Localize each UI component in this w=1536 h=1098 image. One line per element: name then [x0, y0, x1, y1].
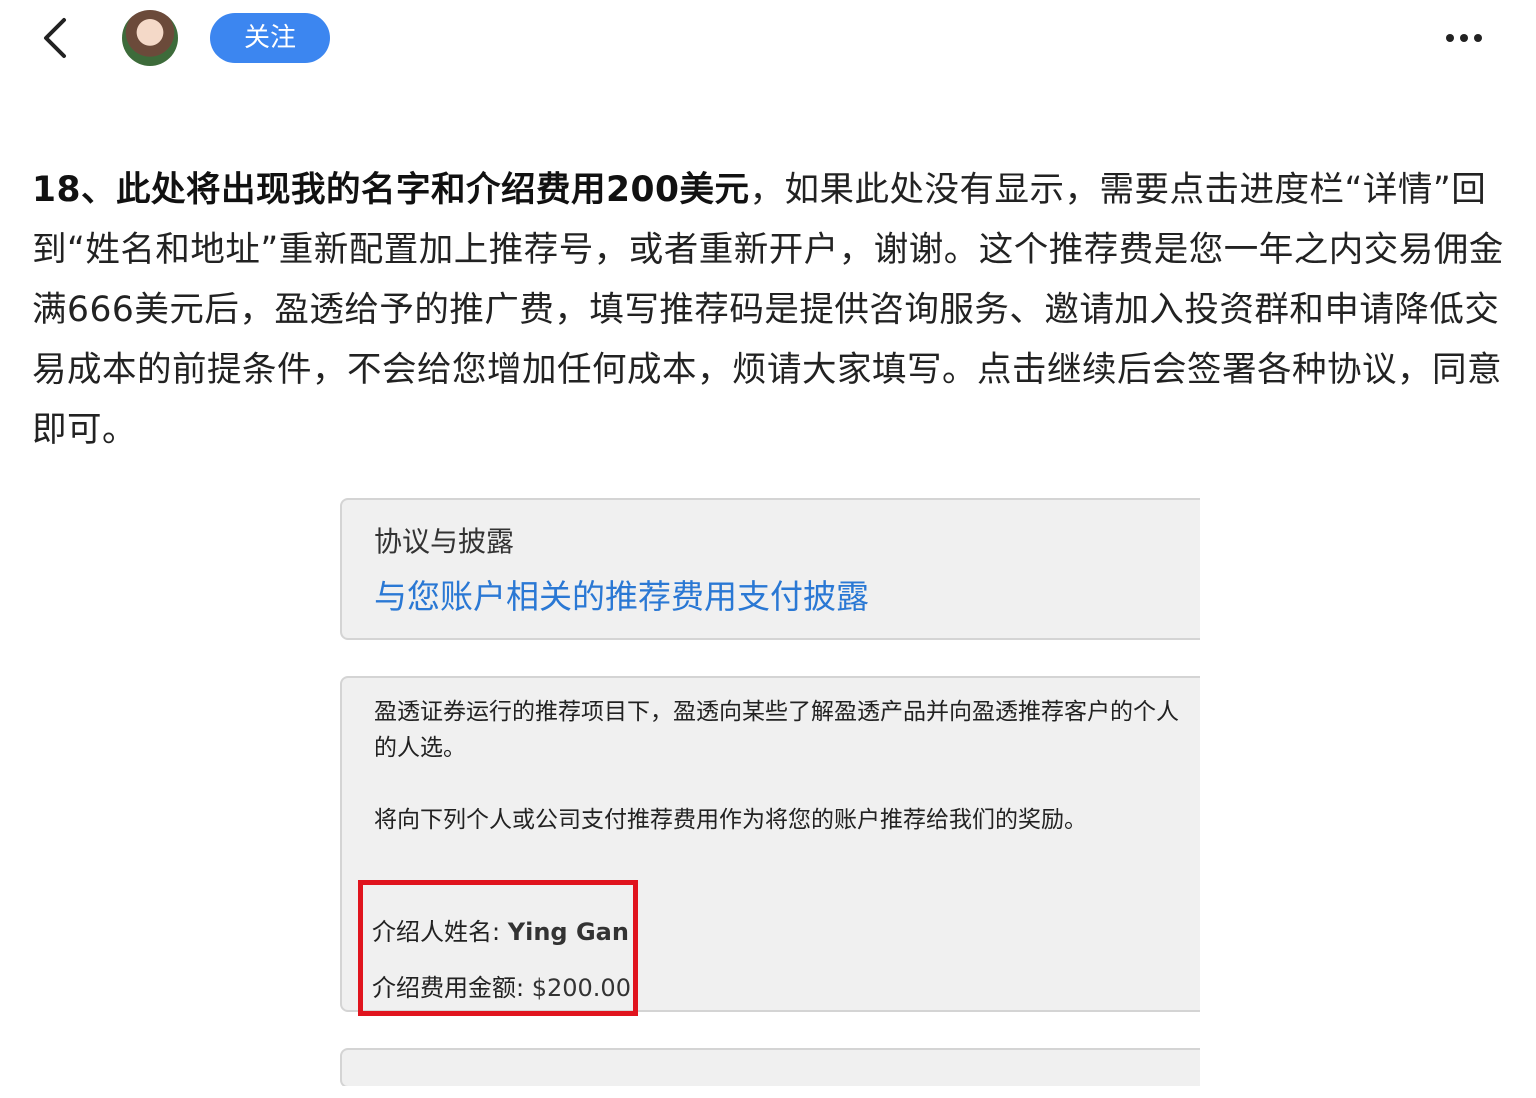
article-paragraph: 18、此处将出现我的名字和介绍费用200美元，如果此处没有显示，需要点击进度栏“…: [32, 160, 1504, 460]
top-bar: 关注: [0, 0, 1536, 80]
more-horizontal-icon: [1446, 34, 1482, 42]
embedded-screenshot: 协议与披露 与您账户相关的推荐费用支付披露 盈透证券运行的推荐项目下，盈透向某些…: [338, 496, 1200, 1086]
article-body-text: ，如果此处没有显示，需要点击进度栏“详情”回到“姓名和地址”重新配置加上推荐号，…: [32, 170, 1504, 450]
back-button[interactable]: [38, 16, 78, 60]
avatar[interactable]: [122, 10, 178, 66]
referral-disclosure-link[interactable]: 与您账户相关的推荐费用支付披露: [374, 570, 869, 618]
referral-paragraph-line2: 的人选。: [374, 735, 466, 761]
referrer-value: Ying Gan: [507, 918, 629, 946]
referrer-label: 介绍人姓名:: [372, 918, 508, 946]
referral-fee-row: 介绍费用金额: $200.00: [372, 968, 631, 1003]
follow-button[interactable]: 关注: [210, 13, 330, 63]
chevron-left-icon: [44, 18, 66, 58]
fee-label: 介绍费用金额:: [372, 974, 532, 1002]
referrer-name-row: 介绍人姓名: Ying Gan: [372, 912, 629, 947]
referral-payment-paragraph: 将向下列个人或公司支付推荐费用作为将您的账户推荐给我们的奖励。: [374, 807, 1087, 833]
disclosure-card: 协议与披露 与您账户相关的推荐费用支付披露: [340, 498, 1200, 640]
referral-paragraph-line1: 盈透证券运行的推荐项目下，盈透向某些了解盈透产品并向盈透推荐客户的个人: [374, 699, 1179, 725]
fee-value: $200.00: [531, 974, 631, 1002]
next-card: [340, 1048, 1200, 1086]
section-title: 协议与披露: [374, 525, 515, 558]
more-button[interactable]: [1440, 26, 1490, 50]
article-bold-text: 18、此处将出现我的名字和介绍费用200美元: [32, 170, 750, 210]
